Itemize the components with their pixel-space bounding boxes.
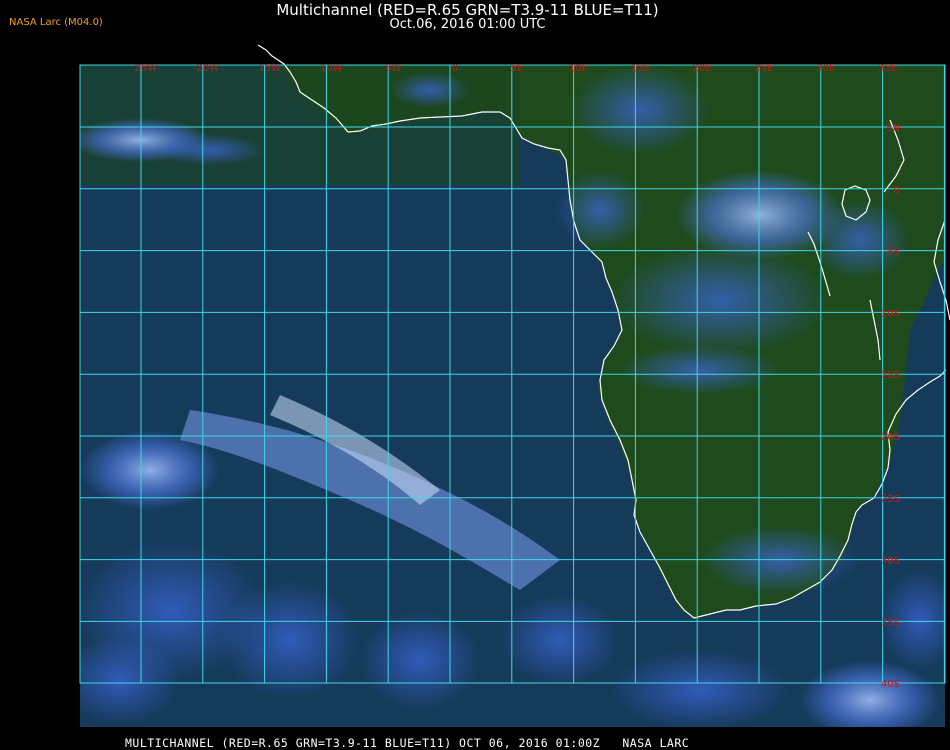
latitude-label: 30S <box>881 556 900 567</box>
longitude-label: 20E <box>693 63 712 74</box>
satellite-map[interactable]: 25W 20W 15W 10W 5W 0 5E 10E 15E 20E 25E 30E 35E 5N 0 5… <box>0 0 950 750</box>
latitude-label: 15S <box>881 370 900 381</box>
latitude-label: 35S <box>881 617 900 628</box>
latitude-label: 25S <box>881 494 900 505</box>
footer-caption: MULTICHANNEL (RED=R.65 GRN=T3.9-11 BLUE=… <box>125 736 690 750</box>
latitude-label: 40S <box>881 679 900 690</box>
latitude-label: 5S <box>887 247 900 258</box>
longitude-label: 5W <box>385 63 401 74</box>
longitude-label: 25W <box>135 63 158 74</box>
longitude-label: 10W <box>320 63 343 74</box>
latitude-label: 10S <box>881 308 900 319</box>
longitude-label: 35E <box>878 63 897 74</box>
longitude-label: 15W <box>258 63 281 74</box>
longitude-label: 10E <box>569 63 588 74</box>
latitude-label: 20S <box>881 432 900 443</box>
longitude-label: 20W <box>196 63 219 74</box>
latitude-label: 0 <box>894 185 900 196</box>
longitude-label: 15E <box>631 63 650 74</box>
longitude-label: 25E <box>754 63 773 74</box>
longitude-label: 30E <box>816 63 835 74</box>
latitude-label: 5N <box>886 123 900 134</box>
imagery-layer <box>80 65 945 727</box>
longitude-label: 0 <box>452 63 458 74</box>
longitude-label: 5E <box>510 63 523 74</box>
